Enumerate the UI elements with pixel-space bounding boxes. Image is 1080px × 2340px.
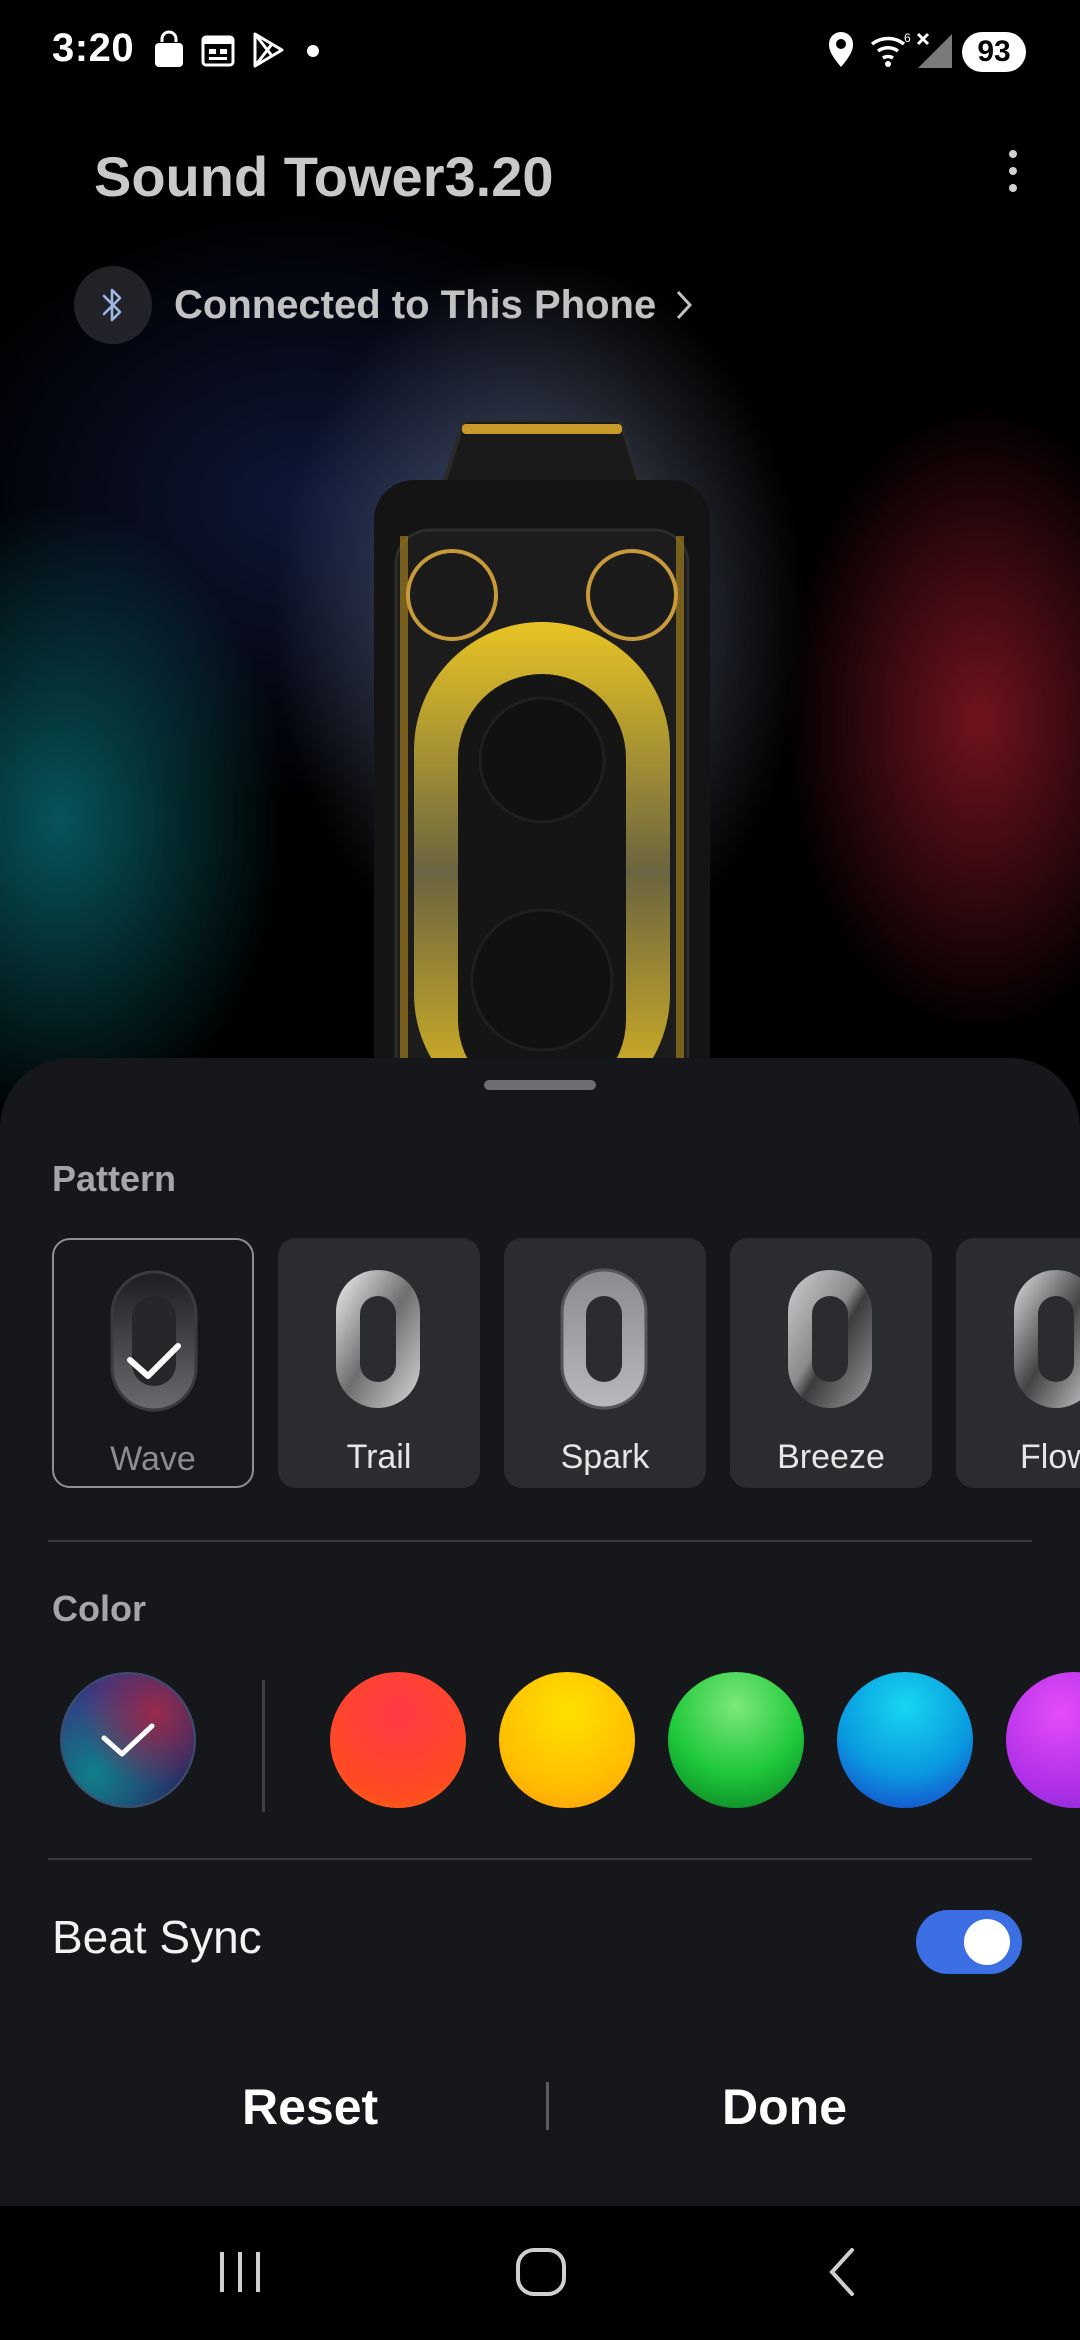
done-button[interactable]: Done <box>722 2078 847 2136</box>
pattern-breeze[interactable]: Breeze <box>730 1238 932 1488</box>
connection-status-button[interactable]: Connected to This Phone <box>74 266 694 344</box>
reset-button[interactable]: Reset <box>242 2078 378 2136</box>
trail-pattern-icon <box>336 1270 420 1408</box>
bluetooth-icon <box>74 266 152 344</box>
check-icon <box>101 1723 155 1757</box>
divider <box>48 1858 1032 1860</box>
location-icon <box>829 32 853 67</box>
color-swatch-blue[interactable] <box>837 1672 973 1808</box>
divider <box>48 1540 1032 1542</box>
play-store-icon <box>253 32 284 68</box>
flow-pattern-icon <box>1014 1270 1080 1408</box>
pattern-label-spark: Spark <box>560 1438 650 1476</box>
pattern-label-flow: Flow <box>1020 1438 1080 1476</box>
pattern-list[interactable]: Wave Trail Spark Breeze Flow <box>52 1238 1080 1492</box>
back-icon[interactable] <box>822 2244 862 2300</box>
svg-text:6: 6 <box>904 31 911 45</box>
action-separator <box>546 2082 549 2130</box>
speaker-image <box>374 420 710 1120</box>
recent-apps-icon[interactable] <box>216 2244 264 2300</box>
pattern-spark[interactable]: Spark <box>504 1238 706 1488</box>
color-swatch-multicolor[interactable] <box>60 1672 196 1808</box>
more-options-icon[interactable] <box>1000 150 1026 200</box>
page-title: Sound Tower3.20 <box>94 145 554 208</box>
color-list[interactable] <box>0 1672 1080 1812</box>
status-time: 3:20 <box>52 26 135 70</box>
pattern-label-breeze: Breeze <box>777 1438 885 1476</box>
color-swatch-red[interactable] <box>330 1672 466 1808</box>
spark-pattern-icon <box>560 1268 648 1410</box>
signal-icon <box>916 32 952 68</box>
drag-handle[interactable] <box>484 1080 596 1090</box>
wave-pattern-icon <box>110 1270 198 1412</box>
status-bar: 3:20 6 93 <box>0 0 1080 104</box>
shopping-bag-icon <box>155 30 183 67</box>
pattern-label-wave: Wave <box>110 1440 196 1478</box>
breeze-pattern-icon <box>788 1270 872 1408</box>
pattern-flow[interactable]: Flow <box>956 1238 1080 1488</box>
battery-icon: 93 <box>962 32 1026 72</box>
pattern-label: Pattern <box>52 1158 177 1199</box>
home-icon[interactable] <box>514 2244 568 2300</box>
navigation-bar <box>0 2206 1080 2340</box>
pattern-label-trail: Trail <box>346 1438 412 1476</box>
lighting-bottom-sheet: Pattern Wave Trail Spark Breeze Flow Col… <box>0 1058 1080 2206</box>
color-swatch-purple[interactable] <box>1006 1672 1080 1808</box>
calendar-icon <box>201 35 235 67</box>
color-separator <box>262 1680 265 1812</box>
wifi-icon: 6 <box>870 31 911 67</box>
pattern-trail[interactable]: Trail <box>278 1238 480 1488</box>
chevron-right-icon <box>677 290 693 320</box>
notification-dot-icon <box>307 45 319 57</box>
toggle-knob <box>964 1919 1010 1965</box>
pattern-wave[interactable]: Wave <box>52 1238 254 1488</box>
color-label: Color <box>52 1588 146 1629</box>
color-swatch-green[interactable] <box>668 1672 804 1808</box>
connection-label: Connected to This Phone <box>174 282 657 327</box>
beat-sync-label: Beat Sync <box>52 1911 262 1963</box>
beat-sync-toggle[interactable] <box>916 1910 1022 1974</box>
color-swatch-yellow[interactable] <box>499 1672 635 1808</box>
